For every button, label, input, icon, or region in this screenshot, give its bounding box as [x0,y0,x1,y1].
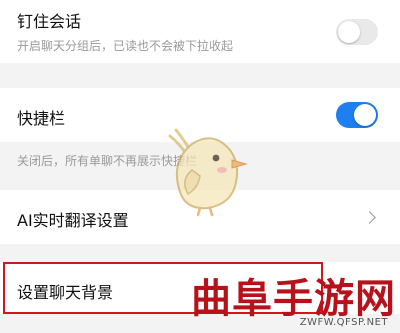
pin-chat-subtitle: 开启聊天分组后，已读也不会被下拉收起 [17,39,234,53]
shortcut-bar-title: 快捷栏 [17,109,66,128]
watermark-logo: 曲阜手游网 [191,275,396,322]
chevron-right-icon [363,211,376,224]
pin-chat-toggle[interactable] [336,19,378,45]
watermark-url: ZWFW.QFSP.NET [299,317,388,328]
ai-translate-title: AI实时翻译设置 [17,211,129,230]
settings-screen: 钉住会话 开启聊天分组后，已读也不会被下拉收起 快捷栏 关闭后，所有单聊不再展示… [0,0,400,333]
bird-mascot-icon [168,128,248,217]
pin-chat-row[interactable]: 钉住会话 开启聊天分组后，已读也不会被下拉收起 [0,0,400,63]
toggle-knob [354,104,376,126]
shortcut-bar-toggle[interactable] [336,102,378,128]
pin-chat-title: 钉住会话 [17,12,82,31]
toggle-knob [338,21,360,43]
